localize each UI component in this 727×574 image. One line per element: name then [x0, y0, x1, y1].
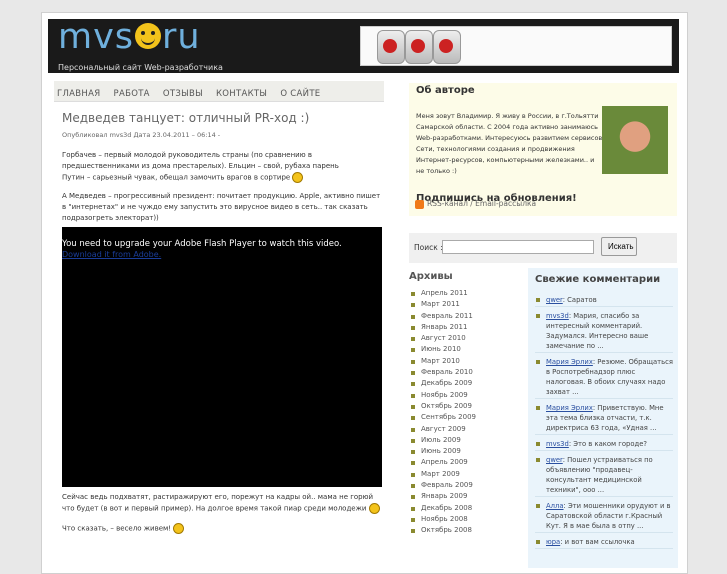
- logo-text-1: mvs: [58, 17, 135, 57]
- nav-home[interactable]: ГЛАВНАЯ: [57, 89, 100, 99]
- post-meta: Опубликовал mvs3d Дата 23.04.2011 – 06:1…: [62, 131, 220, 139]
- post-title[interactable]: Медведев танцует: отличный PR-ход :): [62, 111, 309, 125]
- search-label: Поиск :: [414, 243, 443, 252]
- paragraph-text: Что сказать, – весело живем!: [62, 524, 172, 533]
- archive-item[interactable]: Ноябрь 2009: [409, 390, 519, 401]
- comment-author[interactable]: mvs3d: [546, 312, 569, 320]
- logo-text-2: ru: [162, 17, 201, 57]
- about-text: Меня зовут Владимир. Я живу в России, в …: [416, 112, 603, 175]
- archive-item[interactable]: Март 2010: [409, 356, 519, 367]
- archive-item[interactable]: Октябрь 2009: [409, 401, 519, 412]
- archive-item[interactable]: Ноябрь 2008: [409, 514, 519, 525]
- comment-item: mvs3d: Это в каком городе?: [535, 439, 673, 451]
- rss-icon: [415, 199, 424, 209]
- ad-banner[interactable]: [360, 26, 672, 66]
- archives-list: Апрель 2011 Март 2011 Февраль 2011 Январ…: [409, 288, 519, 537]
- archive-item[interactable]: Январь 2009: [409, 491, 519, 502]
- about-title: Об авторе: [416, 85, 475, 96]
- comment-author[interactable]: mvs3d: [546, 440, 569, 448]
- rss-link[interactable]: RSS-канал / Email-рассылка: [415, 199, 675, 209]
- smiley-icon: [292, 172, 304, 183]
- archive-item[interactable]: Декабрь 2008: [409, 503, 519, 514]
- comment-text[interactable]: : Пошел устраиваться по объявлению "прод…: [546, 456, 653, 494]
- comment-text[interactable]: : Это в каком городе?: [569, 440, 647, 448]
- nav-reviews[interactable]: ОТЗЫВЫ: [163, 89, 203, 99]
- author-avatar: [602, 106, 668, 174]
- meta-suffix: -: [215, 131, 221, 139]
- comment-author[interactable]: Мария Эрлих: [546, 404, 593, 412]
- nav-about[interactable]: О САЙТЕ: [280, 89, 320, 99]
- archive-item[interactable]: Февраль 2010: [409, 367, 519, 378]
- archive-item[interactable]: Август 2009: [409, 424, 519, 435]
- smiley-icon: [368, 503, 380, 514]
- archive-item[interactable]: Сентябрь 2009: [409, 412, 519, 423]
- comment-author[interactable]: Алла: [546, 502, 564, 510]
- archive-item[interactable]: Август 2010: [409, 333, 519, 344]
- device-image-icon: [433, 30, 461, 64]
- comment-text[interactable]: : Эти мошенники орудуют и в Саратовской …: [546, 502, 671, 530]
- comment-author[interactable]: Мария Эрлих: [546, 358, 593, 366]
- search-button[interactable]: Искать: [601, 237, 637, 256]
- archive-item[interactable]: Февраль 2009: [409, 480, 519, 491]
- paragraph-text: Горбачев – первый молодой руководитель с…: [62, 151, 339, 170]
- archive-item[interactable]: Февраль 2011: [409, 311, 519, 322]
- comment-author[interactable]: qwer: [546, 456, 563, 464]
- comments-list: qwer: Саратов mvs3d: Мария, спасибо за и…: [535, 295, 673, 553]
- device-image-icon: [377, 30, 405, 64]
- search-input[interactable]: [442, 240, 594, 254]
- archives-widget: Архивы Апрель 2011 Март 2011 Февраль 201…: [409, 271, 519, 561]
- meta-label: Опубликовал: [62, 131, 108, 139]
- archive-item[interactable]: Апрель 2011: [409, 288, 519, 299]
- paragraph-text: Сейчас ведь подхватят, растиражируют его…: [62, 493, 374, 513]
- comment-text[interactable]: : Саратов: [563, 296, 597, 304]
- paragraph-text: Путин – сарьезный чувак, обещал замочить…: [62, 173, 291, 182]
- smiley-logo-icon: [135, 23, 162, 49]
- page-container: mvs ru Персональный сайт Web-разработчика…: [41, 12, 688, 574]
- archive-item[interactable]: Июль 2009: [409, 435, 519, 446]
- archive-item[interactable]: Январь 2011: [409, 322, 519, 333]
- comment-item: Мария Эрлих: Приветствую. Мне эта тема б…: [535, 403, 673, 435]
- smiley-icon: [173, 523, 185, 534]
- archive-item[interactable]: Декабрь 2009: [409, 378, 519, 389]
- archive-item[interactable]: Март 2011: [409, 299, 519, 310]
- comment-item: qwer: Пошел устраиваться по объявлению "…: [535, 455, 673, 497]
- recent-comments-widget: Свежие комментарии qwer: Саратов mvs3d: …: [528, 268, 678, 568]
- post-paragraph: А Медведев – прогрессивный президент: по…: [62, 192, 381, 222]
- comment-item: qwer: Саратов: [535, 295, 673, 307]
- video-player[interactable]: You need to upgrade your Adobe Flash Pla…: [62, 227, 382, 487]
- search-box: Поиск : Искать: [409, 233, 677, 263]
- comment-item: юра: и вот вам ссылочка: [535, 537, 673, 549]
- comment-item: mvs3d: Мария, спасибо за интересный комм…: [535, 311, 673, 353]
- meta-date: 23.04.2011 – 06:14: [152, 131, 216, 139]
- post-paragraph: Горбачев – первый молодой руководитель с…: [62, 150, 382, 184]
- archive-item[interactable]: Июнь 2010: [409, 344, 519, 355]
- rss-label: RSS-канал / Email-рассылка: [427, 199, 537, 208]
- adobe-download-link[interactable]: Download it from Adobe.: [62, 250, 161, 259]
- nav-contacts[interactable]: КОНТАКТЫ: [216, 89, 267, 99]
- archive-item[interactable]: Апрель 2009: [409, 457, 519, 468]
- comments-title: Свежие комментарии: [535, 274, 661, 285]
- site-logo[interactable]: mvs ru: [58, 17, 201, 57]
- main-nav: ГЛАВНАЯ РАБОТА ОТЗЫВЫ КОНТАКТЫ О САЙТЕ: [54, 81, 384, 102]
- post-paragraph: Что сказать, – весело живем!: [62, 523, 382, 535]
- site-header: mvs ru Персональный сайт Web-разработчика: [48, 17, 679, 73]
- about-author-box: Об авторе Меня зовут Владимир. Я живу в …: [409, 83, 677, 216]
- site-tagline: Персональный сайт Web-разработчика: [58, 63, 223, 72]
- meta-date-label: Дата: [133, 131, 151, 139]
- flash-message: You need to upgrade your Adobe Flash Pla…: [62, 239, 342, 249]
- device-image-icon: [405, 30, 433, 64]
- archive-item[interactable]: Март 2009: [409, 469, 519, 480]
- meta-author-link[interactable]: mvs3d: [110, 131, 132, 139]
- archive-item[interactable]: Июнь 2009: [409, 446, 519, 457]
- archive-item[interactable]: Октябрь 2008: [409, 525, 519, 536]
- nav-work[interactable]: РАБОТА: [114, 89, 150, 99]
- post-paragraph: Сейчас ведь подхватят, растиражируют его…: [62, 492, 382, 515]
- comment-item: Алла: Эти мошенники орудуют и в Саратовс…: [535, 501, 673, 533]
- comment-author[interactable]: qwer: [546, 296, 563, 304]
- archives-title: Архивы: [409, 271, 453, 282]
- comment-item: Мария Эрлих: Резюме. Обращаться в Роспот…: [535, 357, 673, 399]
